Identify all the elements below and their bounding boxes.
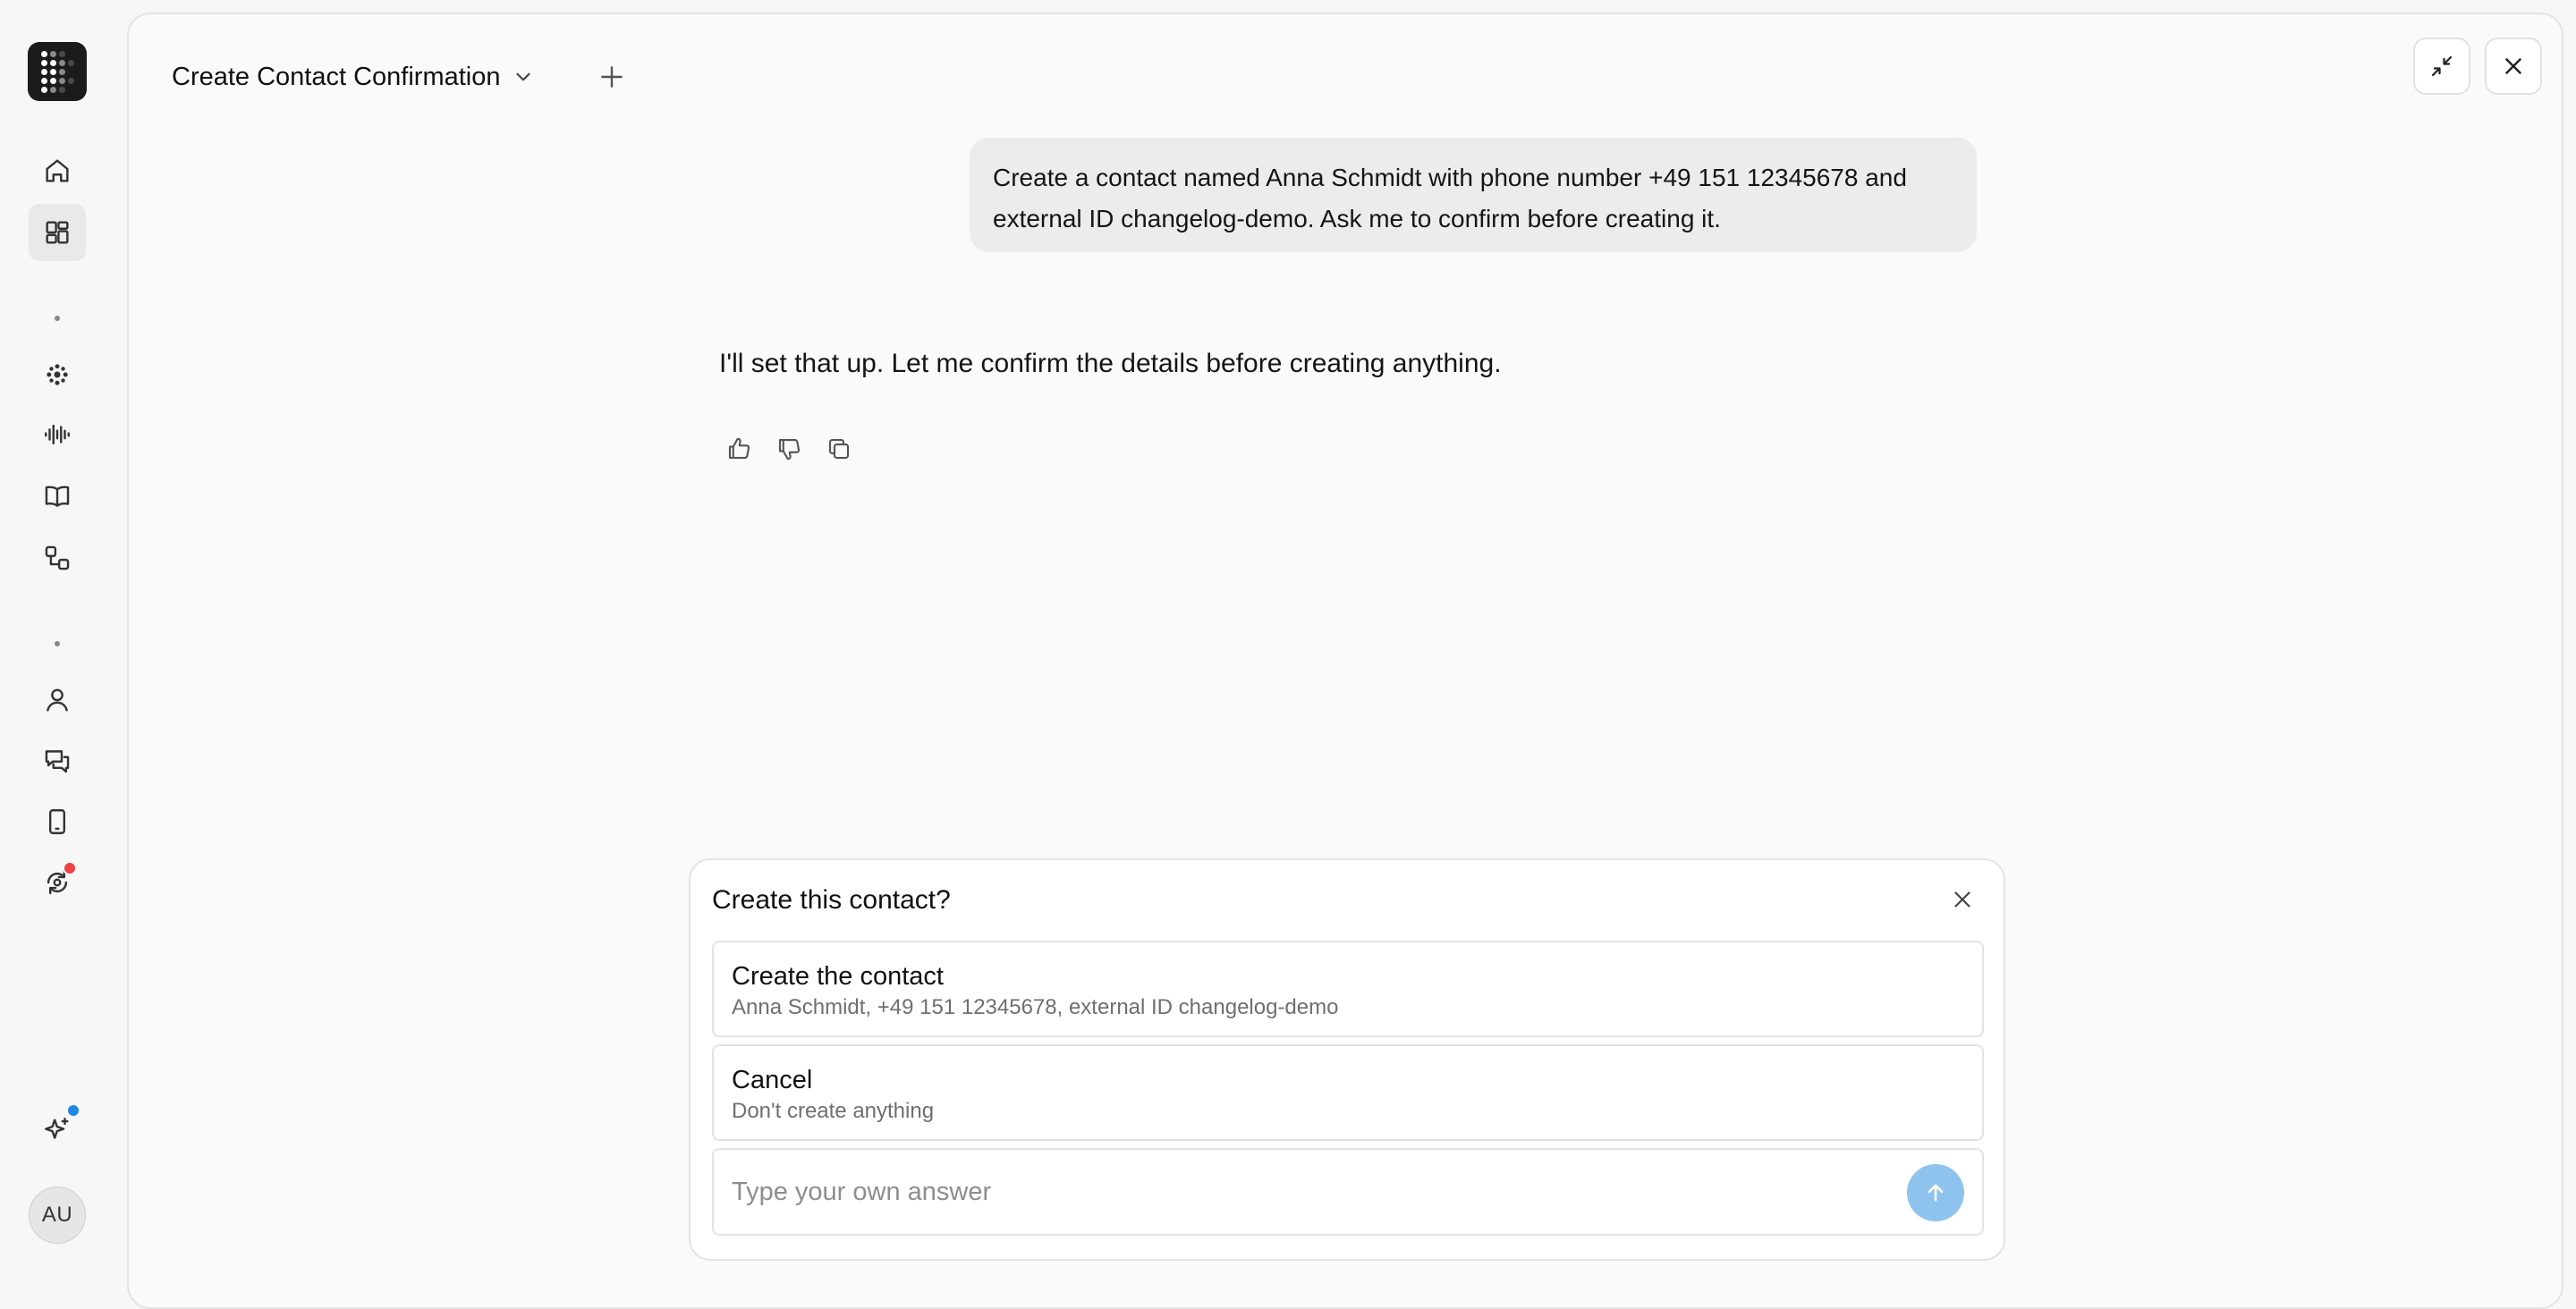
chat-title-dropdown[interactable]: Create Contact Confirmation	[172, 50, 535, 104]
close-icon	[2505, 58, 2521, 74]
chat-panel: Create Contact Confirmation Create a con…	[127, 13, 2563, 1309]
close-button[interactable]	[2485, 38, 2542, 95]
option-description: Anna Schmidt, +49 151 12345678, external…	[732, 995, 1339, 1019]
arrow-up-icon	[1928, 1184, 1944, 1202]
avatar[interactable]: AU	[29, 1187, 86, 1244]
new-chat-button[interactable]	[592, 57, 631, 97]
minimize-button[interactable]	[2413, 38, 2470, 95]
sidebar-separator	[55, 641, 60, 646]
agent-icon[interactable]	[29, 346, 86, 403]
sync-icon[interactable]	[29, 854, 86, 911]
home-icon[interactable]	[29, 142, 86, 199]
chevron-down-icon	[512, 65, 535, 89]
conversations-icon[interactable]	[29, 732, 86, 790]
knowledge-book-icon[interactable]	[29, 468, 86, 525]
close-icon[interactable]	[1945, 882, 1980, 917]
assistant-message: I'll set that up. Let me confirm the det…	[719, 349, 1502, 378]
phone-icon[interactable]	[29, 793, 86, 850]
collapse-icon	[2431, 55, 2453, 77]
page-title: Create Contact Confirmation	[172, 62, 501, 91]
thumbs-down-icon[interactable]	[769, 429, 809, 469]
option-cancel[interactable]: Cancel Don't create anything	[712, 1044, 1984, 1141]
custom-answer-box	[712, 1148, 1984, 1236]
voice-icon[interactable]	[29, 406, 86, 463]
notification-badge	[66, 1103, 80, 1118]
option-create-contact[interactable]: Create the contact Anna Schmidt, +49 151…	[712, 941, 1984, 1037]
confirmation-card: Create this contact? Create the contact …	[689, 858, 2005, 1261]
option-label: Create the contact	[732, 962, 944, 991]
app-logo[interactable]	[28, 42, 87, 101]
thumbs-up-icon[interactable]	[719, 429, 758, 469]
option-description: Don't create anything	[732, 1099, 935, 1123]
send-button[interactable]	[1907, 1164, 1964, 1221]
contacts-icon[interactable]	[29, 671, 86, 729]
notification-badge	[63, 861, 77, 875]
option-label: Cancel	[732, 1066, 813, 1094]
plus-icon	[601, 66, 623, 88]
message-actions	[719, 429, 859, 469]
custom-answer-input[interactable]	[732, 1170, 1894, 1214]
sidebar: AU	[0, 0, 127, 1288]
dashboard-icon[interactable]	[29, 204, 86, 261]
copy-icon[interactable]	[819, 429, 859, 469]
sidebar-separator	[55, 316, 60, 321]
workflow-icon[interactable]	[29, 529, 86, 587]
confirmation-title: Create this contact?	[712, 885, 951, 915]
user-message: Create a contact named Anna Schmidt with…	[970, 138, 1977, 252]
